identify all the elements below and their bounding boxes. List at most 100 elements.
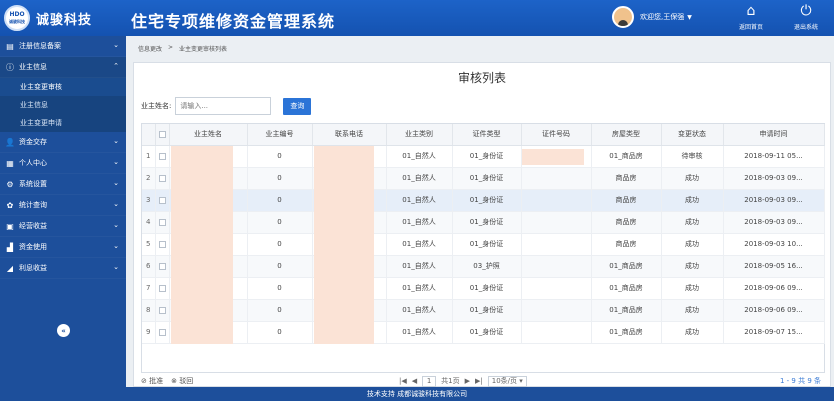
chevron-down-icon: ⌄ (113, 221, 119, 229)
row-checkbox[interactable] (158, 306, 166, 314)
sidebar-item-fund-usage[interactable]: ▟ 资金使用 ⌄ (0, 237, 126, 258)
row-checkbox[interactable] (158, 218, 166, 226)
cell-house-type: 01_商品房 (591, 255, 662, 278)
search-input[interactable] (175, 97, 272, 115)
row-checkbox[interactable] (158, 262, 166, 270)
cell-id-type: 01_身份证 (452, 167, 522, 190)
review-table: 业主姓名 业主编号 联系电话 业主类别 证件类型 证件号码 房屋类型 变更状态 … (141, 123, 825, 373)
table-row[interactable]: 3 0 01_自然人 01_身份证 商品房 成功 2018-09-03 09... (142, 189, 825, 212)
pagination: |◀ ◀ 1 共1页 ▶ ▶| 10条/页 ▾ (399, 375, 527, 387)
row-checkbox[interactable] (158, 196, 166, 204)
table-row[interactable]: 6 0 01_自然人 03_护照 01_商品房 成功 2018-09-05 16... (142, 255, 825, 278)
cell-id-type: 03_护照 (452, 255, 522, 278)
sidebar-item-label: 个人中心 (19, 159, 47, 167)
row-checkbox[interactable] (158, 328, 166, 336)
sidebar-item-operating-income[interactable]: ▣ 经营收益 ⌄ (0, 216, 126, 237)
logo-badge-icon: HDO 诚骏科技 (4, 5, 30, 31)
collapse-sidebar-button[interactable]: « (57, 324, 70, 337)
row-checkbox[interactable] (158, 152, 166, 160)
sidebar-item-label: 经营收益 (19, 222, 47, 230)
table-row[interactable]: 5 0 01_自然人 01_身份证 商品房 成功 2018-09-03 10... (142, 233, 825, 256)
chevron-down-icon: ⌄ (113, 179, 119, 187)
row-checkbox-cell[interactable] (155, 189, 170, 212)
header-house-type[interactable]: 房屋类型 (591, 124, 662, 146)
x-circle-icon: ⊗ (171, 377, 177, 385)
cell-id-type: 01_身份证 (452, 211, 522, 234)
first-page-button[interactable]: |◀ (399, 377, 407, 385)
row-checkbox-cell[interactable] (155, 255, 170, 278)
cell-change-status: 成功 (661, 211, 724, 234)
cell-owner-code: 0 (247, 167, 313, 190)
header-checkbox[interactable] (155, 124, 170, 146)
search-button[interactable]: 查询 (283, 97, 312, 115)
header-owner-name[interactable]: 业主姓名 (169, 124, 248, 146)
table-row[interactable]: 8 0 01_自然人 01_身份证 01_商品房 成功 2018-09-06 09... (142, 299, 825, 322)
cell-owner-code: 0 (247, 299, 313, 322)
row-checkbox-cell[interactable] (155, 167, 170, 190)
avatar[interactable] (612, 6, 634, 28)
approve-button[interactable]: ⊘ 批准 (141, 376, 163, 386)
header-owner-code[interactable]: 业主编号 (247, 124, 313, 146)
breadcrumb-item[interactable]: 信息更改 (138, 44, 162, 53)
row-checkbox[interactable] (158, 174, 166, 182)
row-checkbox-cell[interactable] (155, 233, 170, 256)
search-row: 业主姓名: 查询 (141, 97, 312, 115)
sidebar-item-label: 系统设置 (19, 180, 47, 188)
cell-owner-code: 0 (247, 189, 313, 212)
page-size-select[interactable]: 10条/页 ▾ (487, 375, 527, 387)
next-page-button[interactable]: ▶ (465, 377, 470, 385)
cell-house-type: 商品房 (591, 211, 662, 234)
header-phone[interactable]: 联系电话 (312, 124, 387, 146)
cell-house-type: 01_商品房 (591, 277, 662, 300)
search-label: 业主姓名: (141, 102, 172, 110)
last-page-button[interactable]: ▶| (475, 377, 483, 385)
row-checkbox[interactable] (158, 240, 166, 248)
cell-change-status: 成功 (661, 321, 724, 344)
sidebar-item-interest-income[interactable]: ◢ 利息收益 ⌄ (0, 258, 126, 279)
user-menu[interactable]: 欢迎您,王保强 ▼ (612, 6, 692, 28)
row-checkbox-cell[interactable] (155, 145, 170, 168)
reject-button[interactable]: ⊗ 驳回 (171, 376, 193, 386)
header-change-status[interactable]: 变更状态 (661, 124, 724, 146)
chevron-down-icon: ⌄ (113, 242, 119, 250)
cell-change-status: 成功 (661, 277, 724, 300)
sidebar-item-deposit[interactable]: 👤 资金交存 ⌄ (0, 132, 126, 153)
table-row[interactable]: 2 0 01_自然人 01_身份证 商品房 成功 2018-09-03 09... (142, 167, 825, 190)
home-button[interactable]: ⌂ 返回首页 (733, 3, 769, 33)
header-owner-type[interactable]: 业主类别 (386, 124, 453, 146)
cell-id-number (521, 211, 592, 234)
row-checkbox-cell[interactable] (155, 277, 170, 300)
power-icon: ⏻ (800, 3, 812, 19)
cell-apply-time: 2018-09-03 09... (723, 167, 825, 190)
sidebar-item-register[interactable]: ▤ 注册信息备案 ⌄ (0, 36, 126, 57)
cell-change-status: 待审核 (661, 145, 724, 168)
header-id-number[interactable]: 证件号码 (521, 124, 592, 146)
page-number-input[interactable]: 1 (422, 375, 437, 387)
sidebar-item-label: 业主信息 (19, 63, 47, 71)
table-row[interactable]: 7 0 01_自然人 01_身份证 01_商品房 成功 2018-09-06 09... (142, 277, 825, 300)
row-checkbox-cell[interactable] (155, 299, 170, 322)
sidebar-item-owner-info[interactable]: ⓘ 业主信息 ⌃ (0, 57, 126, 78)
sidebar-subitem-change-review[interactable]: 业主变更审核 (0, 78, 126, 96)
cell-id-number (521, 189, 592, 212)
cell-owner-type: 01_自然人 (386, 255, 453, 278)
sidebar-subitem-owner-info[interactable]: 业主信息 (0, 96, 126, 114)
logo-badge-bottom: 诚骏科技 (9, 19, 25, 24)
row-checkbox-cell[interactable] (155, 211, 170, 234)
prev-page-button[interactable]: ◀ (412, 377, 417, 385)
header-id-type[interactable]: 证件类型 (452, 124, 522, 146)
sidebar-item-personal[interactable]: ▦ 个人中心 ⌄ (0, 153, 126, 174)
sidebar-item-statistics[interactable]: ✿ 统计查询 ⌄ (0, 195, 126, 216)
select-all-checkbox[interactable] (158, 130, 166, 138)
table-row[interactable]: 1 0 01_自然人 01_身份证 01_商品房 待审核 2018-09-11 05... (142, 145, 825, 168)
cell-id-type: 01_身份证 (452, 277, 522, 300)
welcome-text[interactable]: 欢迎您,王保强 ▼ (640, 12, 692, 22)
sidebar-subitem-change-apply[interactable]: 业主变更申请 (0, 114, 126, 132)
row-checkbox-cell[interactable] (155, 321, 170, 344)
header-apply-time[interactable]: 申请时间 (723, 124, 825, 146)
table-row[interactable]: 4 0 01_自然人 01_身份证 商品房 成功 2018-09-03 09... (142, 211, 825, 234)
exit-button[interactable]: ⏻ 退出系统 (788, 3, 824, 33)
row-checkbox[interactable] (158, 284, 166, 292)
sidebar-item-settings[interactable]: ⚙ 系统设置 ⌄ (0, 174, 126, 195)
table-row[interactable]: 9 0 01_自然人 01_身份证 01_商品房 成功 2018-09-07 15... (142, 321, 825, 344)
